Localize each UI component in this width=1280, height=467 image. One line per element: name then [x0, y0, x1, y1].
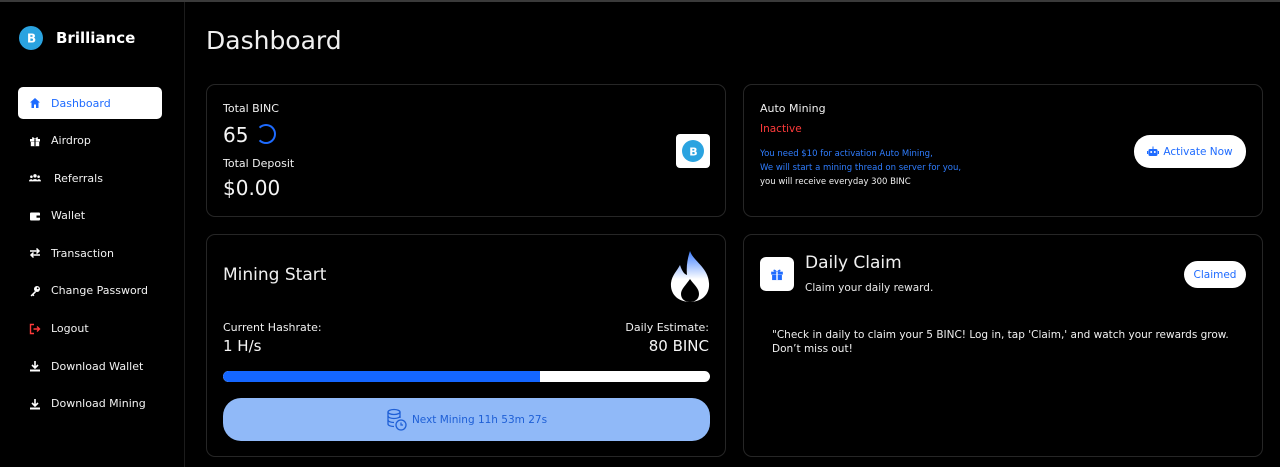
sidebar-item-label: Transaction — [51, 246, 114, 260]
sidebar-nav: Dashboard Airdrop Referrals Wallet Trans… — [18, 87, 162, 425]
sidebar-item-download-mining[interactable]: Download Mining — [18, 388, 162, 420]
sidebar-item-label: Dashboard — [51, 96, 111, 110]
sidebar-item-airdrop[interactable]: Airdrop — [18, 125, 162, 157]
auto-mining-status: Inactive — [760, 123, 802, 135]
total-binc-value: 65 — [223, 123, 249, 147]
sidebar-item-label: Change Password — [51, 284, 148, 298]
activate-now-button[interactable]: Activate Now — [1134, 135, 1246, 168]
daily-estimate-label: Daily Estimate: — [625, 321, 709, 334]
key-icon — [28, 284, 42, 298]
next-mining-button[interactable]: Next Mining 11h 53m 27s — [223, 398, 710, 441]
auto-mining-info-line3: you will receive everyday 300 BINC — [760, 177, 911, 187]
page-title: Dashboard — [206, 26, 342, 55]
sidebar-item-download-wallet[interactable]: Download Wallet — [18, 350, 162, 382]
arrows-exchange-icon — [28, 246, 42, 260]
logout-icon — [28, 322, 42, 336]
gift-icon — [28, 134, 42, 148]
total-deposit-value: $0.00 — [223, 176, 281, 200]
sidebar-item-label: Airdrop — [51, 134, 91, 148]
auto-mining-info-line2: We will start a mining thread on server … — [760, 163, 962, 173]
sidebar-item-transaction[interactable]: Transaction — [18, 237, 162, 269]
auto-mining-info-line1: You need $10 for activation Auto Mining, — [760, 149, 933, 159]
sidebar-item-label: Download Mining — [51, 397, 146, 411]
activate-now-label: Activate Now — [1163, 145, 1233, 158]
daily-claim-message: "Check in daily to claim your 5 BINC! Lo… — [772, 329, 1229, 355]
sidebar-item-logout[interactable]: Logout — [18, 313, 162, 345]
mining-progress-fill — [223, 371, 540, 382]
gift-icon — [760, 257, 794, 291]
brilliance-logo-icon: B — [676, 134, 710, 168]
claimed-button[interactable]: Claimed — [1184, 261, 1246, 288]
sidebar-item-change-password[interactable]: Change Password — [18, 275, 162, 307]
sidebar-item-label: Wallet — [51, 209, 86, 223]
mining-card: Mining Start Current Hashrate: 1 H/s Dai… — [206, 234, 726, 457]
sidebar-item-label: Download Wallet — [51, 359, 144, 373]
svg-text:B: B — [689, 146, 697, 158]
hashrate-value: 1 H/s — [223, 337, 262, 355]
auto-mining-title: Auto Mining — [760, 102, 826, 115]
loading-spinner-icon — [256, 124, 276, 144]
auto-mining-card: Auto Mining Inactive You need $10 for ac… — [743, 84, 1263, 217]
download-icon — [28, 397, 42, 411]
total-deposit-label: Total Deposit — [223, 157, 295, 170]
mining-title: Mining Start — [223, 265, 327, 285]
sidebar-item-dashboard[interactable]: Dashboard — [18, 87, 162, 119]
total-binc-label: Total BINC — [223, 102, 279, 115]
hashrate-label: Current Hashrate: — [223, 321, 322, 334]
robot-icon — [1147, 146, 1160, 157]
users-icon — [28, 171, 42, 185]
daily-claim-card: Daily Claim Claim your daily reward. Cla… — [743, 234, 1263, 457]
brand-name: Brilliance — [56, 29, 136, 47]
brand[interactable]: B Brilliance — [19, 26, 135, 50]
sidebar-item-wallet[interactable]: Wallet — [18, 200, 162, 232]
flame-icon — [668, 249, 712, 307]
next-mining-label: Next Mining 11h 53m 27s — [411, 413, 548, 426]
svg-text:B: B — [27, 32, 36, 46]
sidebar-item-referrals[interactable]: Referrals — [18, 162, 162, 194]
brilliance-logo-icon: B — [19, 26, 43, 50]
sidebar-item-label: Logout — [51, 322, 89, 336]
home-icon — [28, 96, 42, 110]
claimed-label: Claimed — [1193, 268, 1237, 281]
download-icon — [28, 359, 42, 373]
coins-clock-icon — [386, 408, 408, 432]
daily-claim-title: Daily Claim — [805, 253, 902, 273]
daily-estimate-value: 80 BINC — [648, 337, 709, 355]
wallet-icon — [28, 209, 42, 223]
balance-card: Total BINC 65 Total Deposit $0.00 B — [206, 84, 726, 217]
sidebar-item-label: Referrals — [54, 171, 103, 185]
daily-claim-subtitle: Claim your daily reward. — [805, 282, 934, 294]
sidebar: B Brilliance Dashboard Airdrop Referrals — [0, 2, 185, 467]
mining-progress-bar — [223, 371, 710, 382]
